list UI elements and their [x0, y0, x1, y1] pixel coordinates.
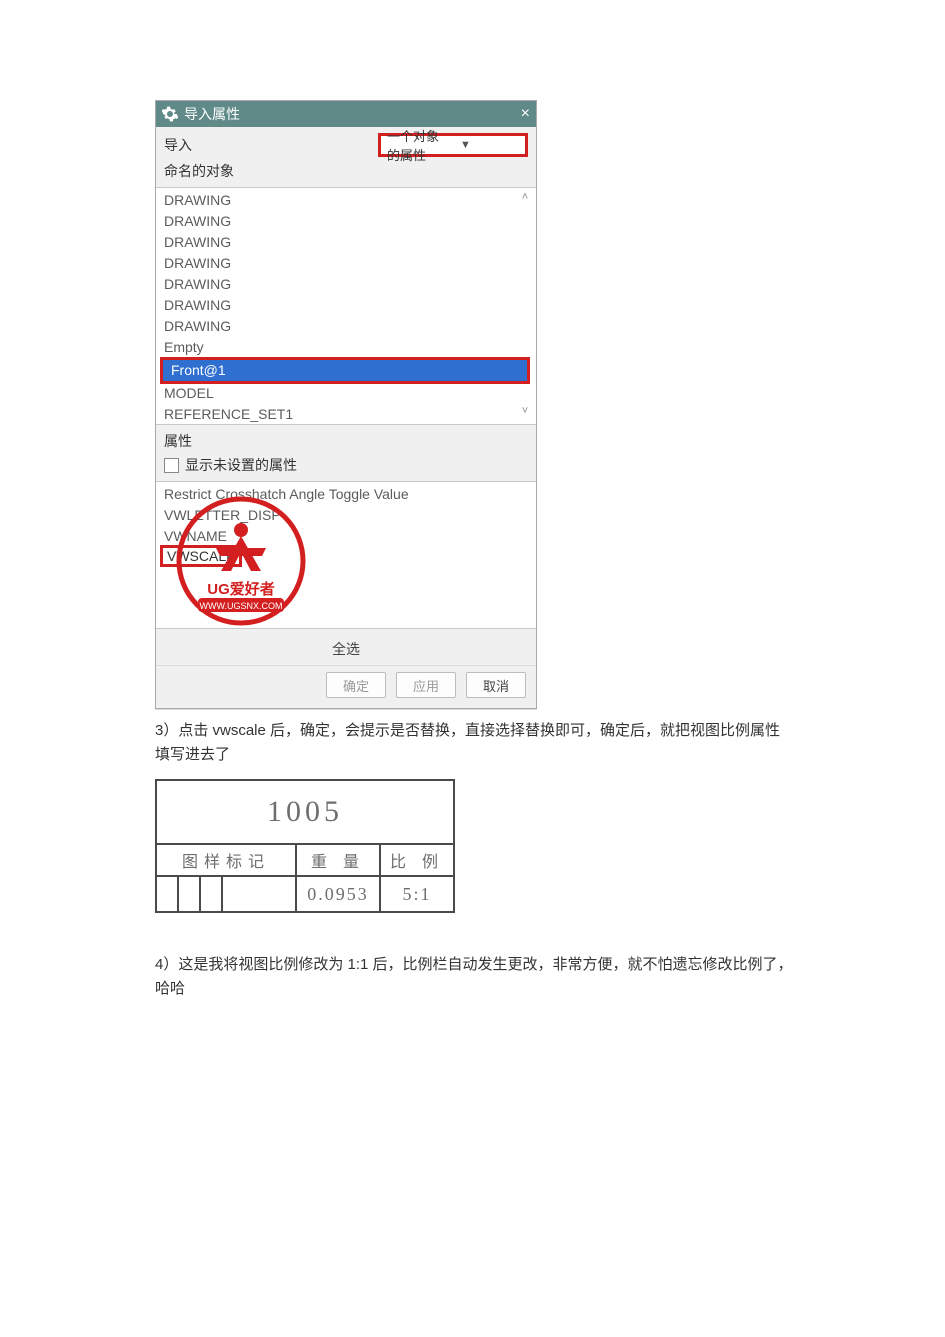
list-item[interactable]: DRAWING	[156, 232, 536, 253]
list-item-selected[interactable]: Front@1	[163, 360, 527, 381]
import-properties-dialog: 导入属性 × 导入 一个对象的属性 ▼ 命名的对象 DRAWING DRAWIN…	[155, 100, 537, 709]
chevron-down-icon: ▼	[460, 139, 519, 151]
list-item[interactable]: DRAWING	[156, 316, 536, 337]
import-type-value: 一个对象的属性	[387, 126, 446, 164]
list-item[interactable]: Empty	[156, 337, 536, 358]
list-item[interactable]: DRAWING	[156, 295, 536, 316]
list-item[interactable]: DRAWING	[156, 211, 536, 232]
title-block-table: 1005 图样标记 重 量 比 例 0.0953 5:1	[155, 779, 455, 913]
selected-highlight-box: Front@1	[160, 357, 530, 384]
col-header-mark: 图样标记	[156, 844, 296, 876]
property-item[interactable]: VWLETTER_DISP	[156, 505, 536, 526]
scroll-down-icon[interactable]: ˅	[522, 404, 528, 418]
property-item[interactable]: VWNAME	[156, 526, 536, 547]
property-item[interactable]: Restrict Crosshatch Angle Toggle Value	[156, 484, 536, 505]
apply-button[interactable]: 应用	[396, 672, 456, 698]
named-objects-label: 命名的对象	[156, 159, 536, 187]
svg-text:WWW.UGSNX.COM: WWW.UGSNX.COM	[200, 601, 283, 611]
svg-text:UG爱好者: UG爱好者	[207, 580, 275, 598]
show-unset-checkbox-row[interactable]: 显示未设置的属性	[156, 453, 536, 481]
part-number-cell: 1005	[156, 780, 454, 844]
step-3-text: 3）点击 vwscale 后，确定，会提示是否替换，直接选择替换即可，确定后，就…	[155, 719, 795, 767]
list-item[interactable]: REFERENCE_SET1	[156, 404, 536, 425]
empty-cell	[178, 876, 200, 912]
gear-icon	[162, 106, 178, 122]
list-item[interactable]: DRAWING	[156, 253, 536, 274]
dialog-titlebar[interactable]: 导入属性 ×	[156, 101, 536, 127]
ok-button[interactable]: 确定	[326, 672, 386, 698]
step-4-text: 4）这是我将视图比例修改为 1:1 后，比例栏自动发生更改，非常方便，就不怕遗忘…	[155, 953, 795, 1001]
col-header-scale: 比 例	[380, 844, 454, 876]
properties-listbox[interactable]: Restrict Crosshatch Angle Toggle Value V…	[156, 481, 536, 629]
empty-cell	[200, 876, 222, 912]
named-objects-listbox[interactable]: DRAWING DRAWING DRAWING DRAWING DRAWING …	[156, 187, 536, 425]
listbox-scrollbar[interactable]: ˄ ˅	[516, 190, 534, 418]
dialog-title: 导入属性	[184, 104, 521, 124]
property-item-highlighted[interactable]: VWSCALE	[160, 545, 242, 567]
scale-cell: 5:1	[380, 876, 454, 912]
checkbox-icon[interactable]	[164, 458, 179, 473]
cancel-button[interactable]: 取消	[466, 672, 526, 698]
list-item[interactable]: MODEL	[156, 383, 536, 404]
show-unset-label: 显示未设置的属性	[185, 455, 297, 475]
list-item[interactable]: DRAWING	[156, 190, 536, 211]
select-all-link[interactable]: 全选	[156, 629, 536, 665]
empty-cell	[222, 876, 296, 912]
empty-cell	[156, 876, 178, 912]
weight-cell: 0.0953	[296, 876, 380, 912]
list-item[interactable]: DRAWING	[156, 274, 536, 295]
import-type-dropdown[interactable]: 一个对象的属性 ▼	[378, 133, 528, 157]
col-header-weight: 重 量	[296, 844, 380, 876]
scroll-up-icon[interactable]: ˄	[522, 190, 528, 204]
import-label: 导入	[164, 135, 378, 155]
properties-label: 属性	[156, 425, 536, 453]
close-icon[interactable]: ×	[521, 105, 530, 123]
